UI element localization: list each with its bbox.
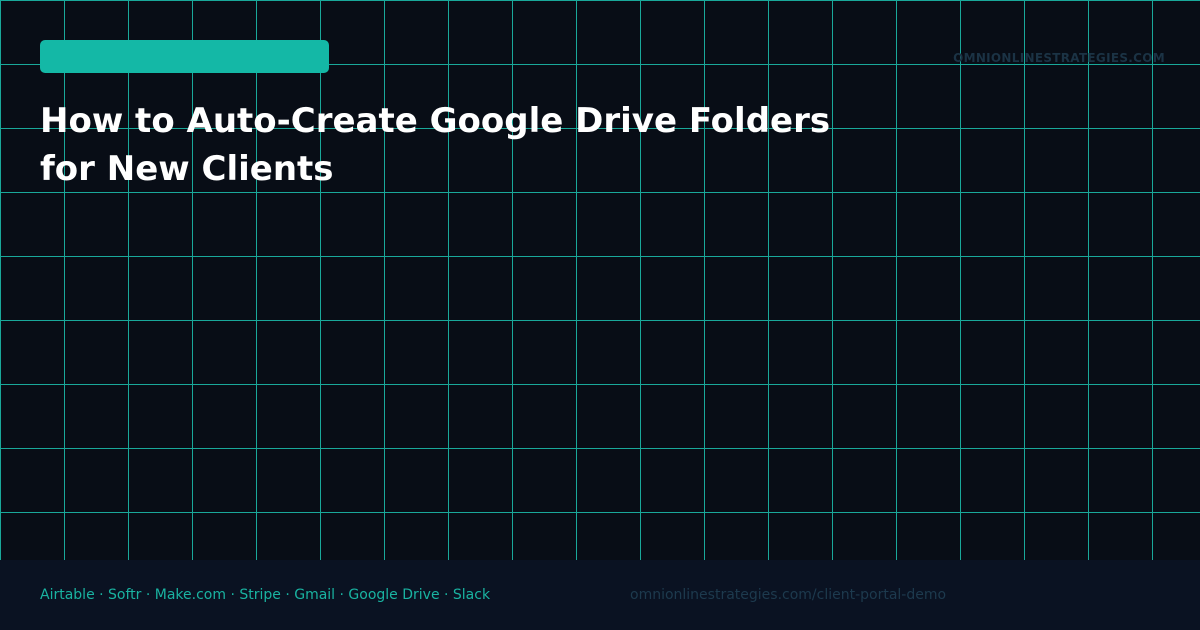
footer-bar: Airtable · Softr · Make.com · Stripe · G…: [0, 560, 1200, 630]
site-domain: OMNIONLINESTRATEGIES.COM: [953, 51, 1165, 65]
title-line-1: How to Auto-Create Google Drive Folders: [40, 101, 831, 141]
title-line-2: for New Clients: [40, 149, 334, 189]
page-title: How to Auto-Create Google Drive Folders …: [40, 97, 940, 193]
category-badge: [40, 40, 329, 73]
background-grid: [0, 0, 1200, 560]
demo-url: omnionlinestrategies.com/client-portal-d…: [630, 587, 947, 603]
tools-list: Airtable · Softr · Make.com · Stripe · G…: [40, 587, 491, 603]
